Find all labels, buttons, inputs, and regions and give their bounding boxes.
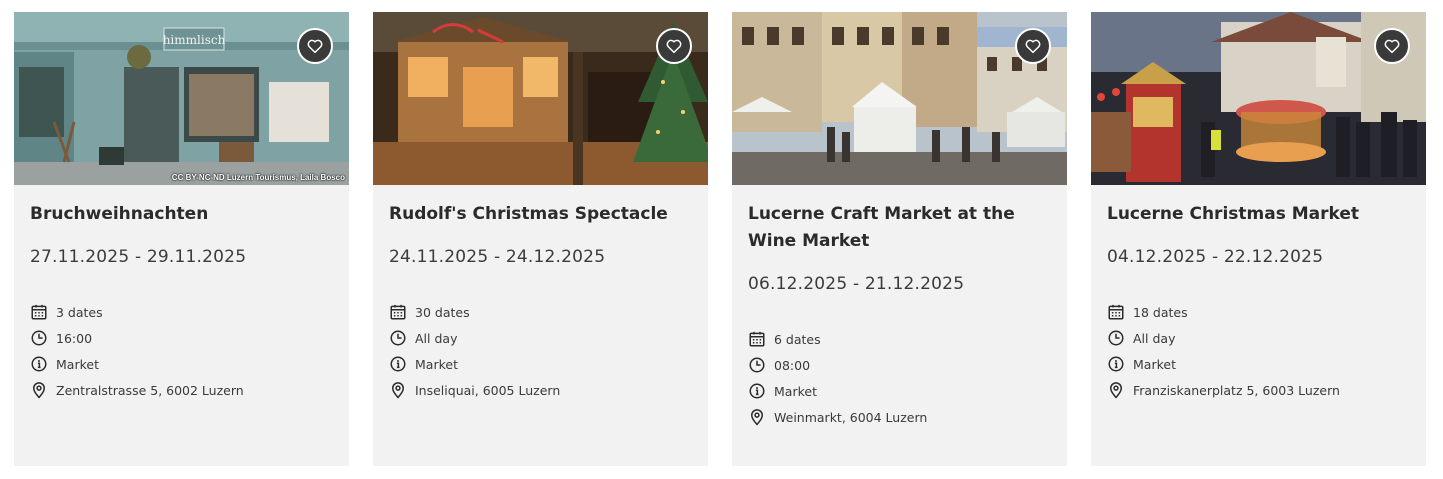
calendar-icon	[389, 303, 407, 321]
location-pin-icon	[1107, 381, 1125, 399]
event-card-bruchweihnachten[interactable]: himmlisch CC BY-NC-ND Luzern Tourismus, …	[14, 12, 349, 466]
info-icon	[389, 355, 407, 373]
shop-sign-text: himmlisch	[163, 33, 226, 47]
event-date-range: 24.11.2025 - 24.12.2025	[389, 247, 606, 267]
clock-icon	[389, 329, 407, 347]
event-time: 08:00	[774, 357, 811, 373]
event-address: Franziskanerplatz 5, 6003 Luzern	[1133, 382, 1340, 398]
heart-icon	[1024, 37, 1042, 55]
event-title[interactable]: Rudolf's Christmas Spectacle	[389, 201, 692, 228]
event-card-rudolfs-christmas-spectacle[interactable]: Rudolf's Christmas Spectacle 24.11.2025 …	[373, 12, 708, 466]
info-icon	[748, 382, 766, 400]
favorite-button[interactable]	[1015, 28, 1051, 64]
calendar-icon	[1107, 303, 1125, 321]
event-date-count: 18 dates	[1133, 304, 1188, 320]
heart-icon	[665, 37, 683, 55]
event-title[interactable]: Lucerne Craft Market at the Wine Market	[748, 201, 1051, 255]
event-time: All day	[415, 330, 458, 346]
location-pin-icon	[30, 381, 48, 399]
event-date-range: 27.11.2025 - 29.11.2025	[30, 247, 247, 267]
event-date-count: 30 dates	[415, 304, 470, 320]
event-time: All day	[1133, 330, 1176, 346]
event-photo[interactable]	[373, 12, 708, 185]
event-card-lucerne-christmas-market[interactable]: Lucerne Christmas Market 04.12.2025 - 22…	[1091, 12, 1426, 466]
calendar-icon	[748, 330, 766, 348]
event-date-count: 6 dates	[774, 331, 821, 347]
location-pin-icon	[748, 408, 766, 426]
event-address: Inseliquai, 6005 Luzern	[415, 382, 561, 398]
clock-icon	[30, 329, 48, 347]
event-photo[interactable]	[732, 12, 1067, 185]
event-date-range: 06.12.2025 - 21.12.2025	[748, 274, 965, 294]
event-category: Market	[774, 383, 817, 399]
event-card-lucerne-craft-market[interactable]: Lucerne Craft Market at the Wine Market …	[732, 12, 1067, 466]
event-category: Market	[415, 356, 458, 372]
event-date-count: 3 dates	[56, 304, 103, 320]
clock-icon	[748, 356, 766, 374]
event-category: Market	[56, 356, 99, 372]
event-date-range: 04.12.2025 - 22.12.2025	[1107, 247, 1324, 267]
favorite-button[interactable]	[656, 28, 692, 64]
event-address: Weinmarkt, 6004 Luzern	[774, 409, 928, 425]
event-photo[interactable]	[1091, 12, 1426, 185]
favorite-button[interactable]	[297, 28, 333, 64]
clock-icon	[1107, 329, 1125, 347]
location-pin-icon	[389, 381, 407, 399]
event-title[interactable]: Bruchweihnachten	[30, 201, 333, 228]
event-card-grid: himmlisch CC BY-NC-ND Luzern Tourismus, …	[14, 12, 1426, 466]
event-address: Zentralstrasse 5, 6002 Luzern	[56, 382, 244, 398]
event-time: 16:00	[56, 330, 93, 346]
heart-icon	[306, 37, 324, 55]
event-title[interactable]: Lucerne Christmas Market	[1107, 201, 1410, 228]
heart-icon	[1383, 37, 1401, 55]
event-category: Market	[1133, 356, 1176, 372]
event-photo[interactable]: himmlisch CC BY-NC-ND Luzern Tourismus, …	[14, 12, 349, 185]
info-icon	[1107, 355, 1125, 373]
calendar-icon	[30, 303, 48, 321]
photo-credit: CC BY-NC-ND Luzern Tourismus, Laila Bosc…	[171, 173, 345, 182]
info-icon	[30, 355, 48, 373]
favorite-button[interactable]	[1374, 28, 1410, 64]
